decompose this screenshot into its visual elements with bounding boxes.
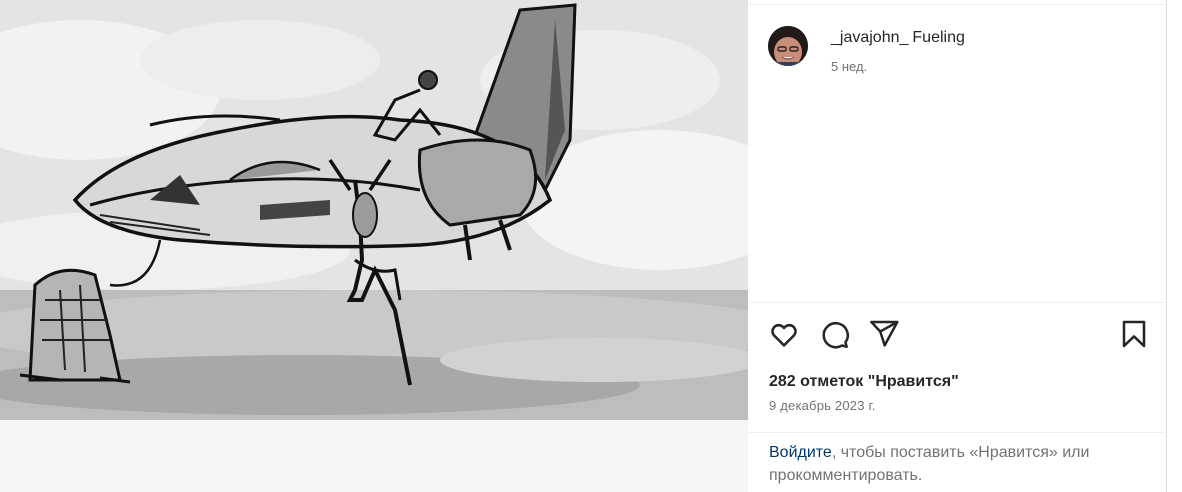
post-header: _javajohn_ Fueling 5 нед. <box>768 26 1148 74</box>
post-time-ago[interactable]: 5 нед. <box>831 59 867 74</box>
actions-divider <box>748 302 1166 303</box>
avatar[interactable] <box>768 26 808 66</box>
login-link[interactable]: Войдите <box>769 444 832 461</box>
top-divider <box>748 4 1166 5</box>
avatar-image <box>768 26 808 66</box>
action-bar <box>768 318 1148 354</box>
post-details-panel: _javajohn_ Fueling 5 нед. 282 отметок "Нр… <box>748 0 1167 492</box>
likes-count[interactable]: 282 отметок "Нравится" <box>769 373 959 391</box>
post-image[interactable] <box>0 0 748 420</box>
username-link[interactable]: _javajohn_ <box>831 29 908 46</box>
sketch-illustration <box>0 0 748 420</box>
login-prompt: Войдите, чтобы поставить «Нравится» или … <box>769 441 1149 487</box>
post-date[interactable]: 9 декабрь 2023 г. <box>769 398 876 413</box>
login-divider <box>748 432 1166 433</box>
caption-text: Fueling <box>912 29 965 46</box>
comment-icon[interactable] <box>818 318 850 350</box>
bookmark-icon[interactable] <box>1118 318 1150 350</box>
caption-line: _javajohn_ Fueling <box>831 29 965 47</box>
share-icon[interactable] <box>868 318 900 350</box>
heart-icon[interactable] <box>768 318 800 350</box>
media-backdrop <box>0 420 748 492</box>
